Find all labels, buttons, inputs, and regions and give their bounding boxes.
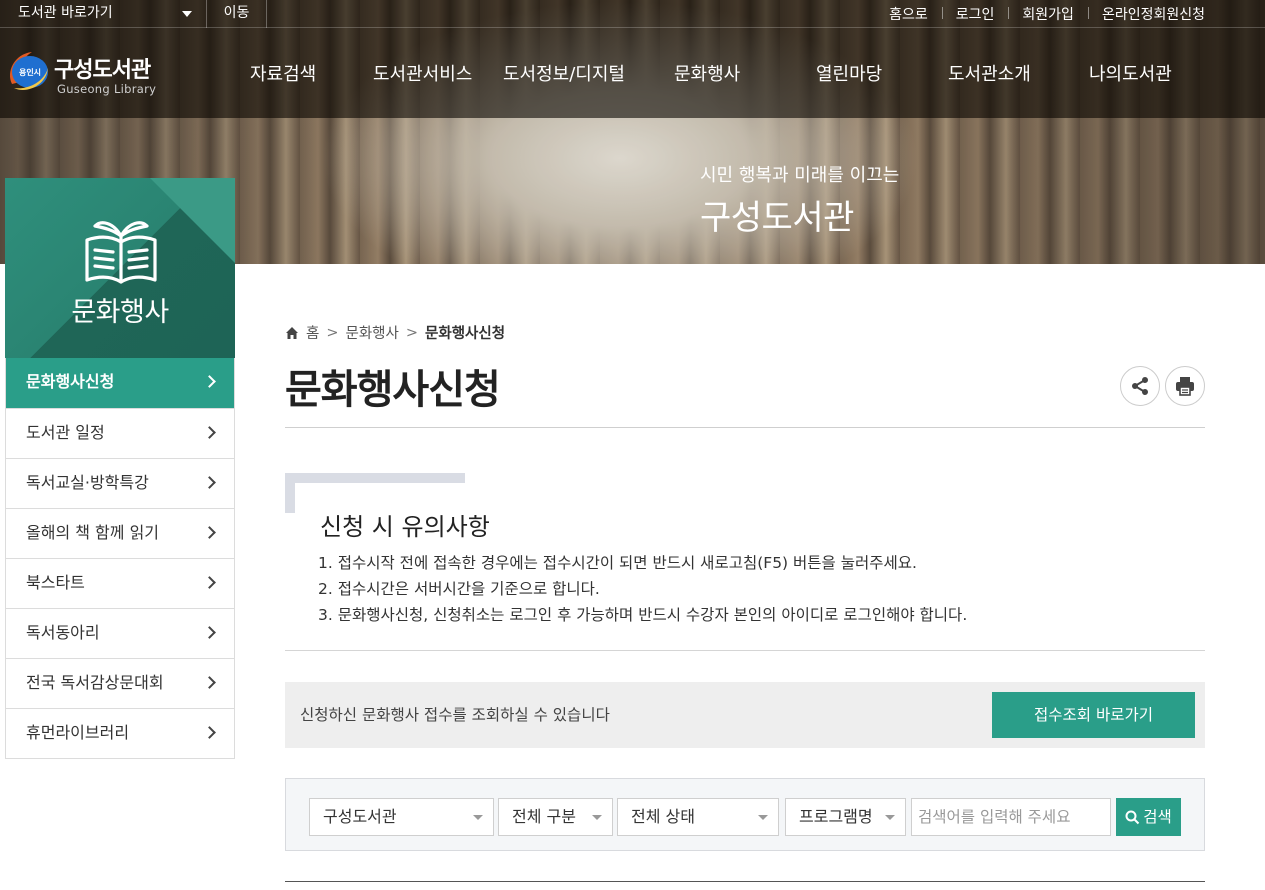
caret-down-icon (885, 815, 895, 820)
chevron-right-icon (203, 426, 216, 439)
status-select[interactable]: 전체 상태 (617, 798, 779, 836)
sidebar-item-reading-club[interactable]: 독서동아리 (6, 608, 234, 658)
inquiry-text: 신청하신 문화행사 접수를 조회하실 수 있습니다 (300, 706, 610, 724)
chevron-right-icon (203, 375, 216, 388)
sidebar-item-reading-class[interactable]: 독서교실·방학특강 (6, 458, 234, 508)
main-navigation: 자료검색 도서관서비스 도서정보/디지털 문화행사 열린마당 도서관소개 나의도… (0, 60, 1265, 86)
search-icon (1125, 810, 1140, 824)
nav-item-search[interactable]: 자료검색 (250, 60, 316, 86)
inquiry-shortcut-button[interactable]: 접수조회 바로가기 (992, 692, 1195, 738)
category-select[interactable]: 전체 구분 (498, 798, 613, 836)
inquiry-box: 신청하신 문화행사 접수를 조회하실 수 있습니다 접수조회 바로가기 (285, 682, 1205, 748)
library-shortcut-select[interactable]: 도서관 바로가기 (0, 0, 207, 28)
notice-divider (285, 650, 1205, 651)
chevron-right-icon (203, 526, 216, 539)
home-link[interactable]: 홈으로 (875, 4, 942, 24)
sidebar-item-essay-contest[interactable]: 전국 독서감상문대회 (6, 658, 234, 708)
breadcrumb-culture[interactable]: 문화행사 (346, 322, 399, 343)
top-utility-bar: 도서관 바로가기 이동 홈으로 로그인 회원가입 온라인정회원신청 (0, 0, 1265, 28)
title-divider (285, 427, 1205, 428)
move-button[interactable]: 이동 (207, 0, 267, 28)
breadcrumb-current: 문화행사신청 (425, 326, 506, 342)
page-title: 문화행사신청 (285, 367, 501, 413)
search-input[interactable]: 검색어를 입력해 주세요 (911, 798, 1111, 836)
chevron-right-icon (203, 726, 216, 739)
nav-item-mylibrary[interactable]: 나의도서관 (1089, 60, 1172, 86)
nav-item-digital[interactable]: 도서정보/디지털 (503, 60, 625, 86)
caret-down-icon (758, 815, 768, 820)
chevron-right-icon (203, 476, 216, 489)
sidebar-item-book-of-year[interactable]: 올해의 책 함께 읽기 (6, 508, 234, 558)
sidebar-item-bookstart[interactable]: 북스타트 (6, 558, 234, 608)
join-link[interactable]: 회원가입 (1008, 4, 1088, 24)
notice-list: 1. 접수시작 전에 접속한 경우에는 접수시간이 되면 반드시 새로고침(F5… (318, 550, 967, 628)
caret-down-icon (182, 11, 192, 17)
sidebar-item-schedule[interactable]: 도서관 일정 (6, 408, 234, 458)
breadcrumb-home[interactable]: 홈 (306, 322, 319, 343)
chevron-right-icon (203, 626, 216, 639)
chevron-right-icon (203, 676, 216, 689)
share-button[interactable] (1120, 366, 1160, 406)
caret-down-icon (473, 815, 483, 820)
login-link[interactable]: 로그인 (941, 4, 1009, 24)
sidebar-title: 문화행사 (71, 297, 169, 328)
nav-item-forum[interactable]: 열린마당 (816, 60, 882, 86)
home-icon[interactable] (285, 326, 299, 340)
sidebar-menu: 문화행사신청 도서관 일정 독서교실·방학특강 올해의 책 함께 읽기 북스타트… (5, 358, 235, 759)
list-top-divider (285, 881, 1205, 882)
field-select[interactable]: 프로그램명 (785, 798, 906, 836)
notice-item: 1. 접수시작 전에 접속한 경우에는 접수시간이 되면 반드시 새로고침(F5… (318, 554, 917, 572)
nav-item-about[interactable]: 도서관소개 (948, 60, 1031, 86)
sidebar-item-culture-apply[interactable]: 문화행사신청 (6, 358, 234, 408)
breadcrumb: 홈 > 문화행사 > 문화행사신청 (285, 322, 505, 343)
caret-down-icon (592, 815, 602, 820)
search-filter-box: 구성도서관 전체 구분 전체 상태 프로그램명 검색어를 입력해 주세요 검색 (285, 778, 1205, 851)
notice-item: 3. 문화행사신청, 신청취소는 로그인 후 가능하며 반드시 수강자 본인의 … (318, 606, 968, 624)
search-button[interactable]: 검색 (1116, 798, 1181, 836)
logo-english-name: Guseong Library (57, 82, 157, 96)
online-member-link[interactable]: 온라인정회원신청 (1087, 4, 1205, 24)
chevron-right-icon (203, 576, 216, 589)
sidebar-item-human-library[interactable]: 휴먼라이브러리 (6, 708, 234, 758)
notice-title: 신청 시 유의사항 (320, 513, 490, 541)
nav-item-culture[interactable]: 문화행사 (674, 60, 740, 86)
notice-item: 2. 접수시간은 서버시간을 기준으로 합니다. (318, 580, 600, 598)
share-icon (1132, 377, 1148, 395)
book-sprout-icon (85, 221, 157, 284)
hero-title: 구성도서관 (700, 198, 854, 238)
hero-subtitle: 시민 행복과 미래를 이끄는 (700, 165, 900, 186)
print-button[interactable] (1165, 366, 1205, 406)
library-select[interactable]: 구성도서관 (309, 798, 494, 836)
print-icon (1176, 377, 1194, 396)
nav-item-service[interactable]: 도서관서비스 (373, 60, 472, 86)
utility-links: 홈으로 로그인 회원가입 온라인정회원신청 (875, 0, 1205, 28)
sidebar-header: 문화행사 (5, 178, 235, 358)
